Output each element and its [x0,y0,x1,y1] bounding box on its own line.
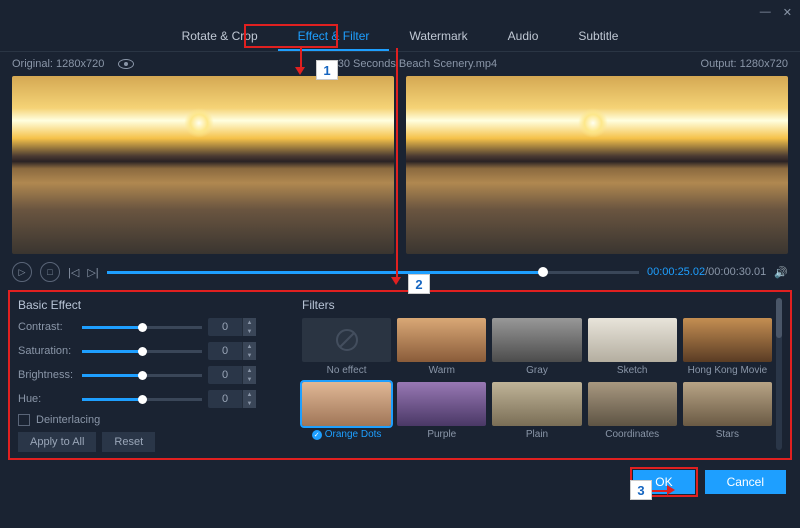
filter-stars[interactable]: Stars [683,382,772,440]
brightness-label: Brightness: [18,369,76,381]
deinterlacing-label: Deinterlacing [36,414,100,426]
apply-to-all-button[interactable]: Apply to All [18,432,96,452]
basic-effect-title: Basic Effect [18,298,288,312]
tab-watermark[interactable]: Watermark [389,24,487,51]
contrast-up[interactable]: ▲ [242,318,256,327]
reset-button[interactable]: Reset [102,432,155,452]
hue-up[interactable]: ▲ [242,390,256,399]
saturation-label: Saturation: [18,345,76,357]
filter-warm[interactable]: Warm [397,318,486,376]
tab-rotate-crop[interactable]: Rotate & Crop [162,24,278,51]
filter-no-effect[interactable]: No effect [302,318,391,376]
saturation-value: 0 [208,342,242,360]
filter-stars-label: Stars [683,429,772,440]
deinterlacing-checkbox[interactable] [18,414,30,426]
annotation-arrow-2-head [391,277,401,285]
saturation-up[interactable]: ▲ [242,342,256,351]
stop-button[interactable]: □ [40,262,60,282]
filter-sketch[interactable]: Sketch [588,318,677,376]
output-resolution-label: Output: 1280x720 [701,58,788,70]
original-resolution-label: Original: 1280x720 [12,58,104,70]
contrast-value: 0 [208,318,242,336]
filter-gray-label: Gray [492,365,581,376]
filter-plain[interactable]: Plain [492,382,581,440]
cancel-button[interactable]: Cancel [705,470,786,494]
filters-scrollbar[interactable] [776,298,782,450]
prev-frame-button[interactable]: |◁ [68,266,79,279]
playback-slider[interactable] [107,271,639,274]
close-button[interactable]: ✕ [783,6,792,19]
filename-label: 30 Seconds Beach Scenery.mp4 [338,58,497,70]
filter-hong-kong-movie[interactable]: Hong Kong Movie [683,318,772,376]
tab-effect-filter[interactable]: Effect & Filter [278,24,390,51]
filter-coordinates-label: Coordinates [588,429,677,440]
hue-label: Hue: [18,393,76,405]
minimize-button[interactable]: — [760,6,771,18]
annotation-arrow-2 [396,48,398,280]
filter-gray[interactable]: Gray [492,318,581,376]
hue-down[interactable]: ▼ [242,399,256,408]
saturation-slider[interactable] [82,350,202,353]
filters-scrollbar-thumb[interactable] [776,298,782,338]
annotation-callout-1: 1 [316,60,338,80]
annotation-callout-3: 3 [630,480,652,500]
filter-orange-dots-label: Orange Dots [325,429,382,440]
brightness-value: 0 [208,366,242,384]
brightness-slider[interactable] [82,374,202,377]
next-frame-button[interactable]: ▷| [87,266,98,279]
tab-subtitle[interactable]: Subtitle [558,24,638,51]
time-display: 00:00:25.02/00:00:30.01 [647,266,766,278]
preview-toggle-icon[interactable] [118,59,134,69]
playback-slider-fill [107,271,544,274]
contrast-down[interactable]: ▼ [242,327,256,336]
filters-title: Filters [302,298,772,312]
filter-coordinates[interactable]: Coordinates [588,382,677,440]
current-time: 00:00:25.02 [647,266,705,278]
contrast-label: Contrast: [18,321,76,333]
tab-audio[interactable]: Audio [488,24,559,51]
brightness-up[interactable]: ▲ [242,366,256,375]
filter-no-effect-label: No effect [302,365,391,376]
output-preview [406,76,788,254]
filter-sketch-label: Sketch [588,365,677,376]
filter-purple[interactable]: Purple [397,382,486,440]
playback-slider-thumb[interactable] [538,267,548,277]
contrast-slider[interactable] [82,326,202,329]
filter-hk-label: Hong Kong Movie [683,365,772,376]
total-time: 00:00:30.01 [708,266,766,278]
brightness-down[interactable]: ▼ [242,375,256,384]
hue-slider[interactable] [82,398,202,401]
filter-warm-label: Warm [397,365,486,376]
filter-plain-label: Plain [492,429,581,440]
annotation-callout-2: 2 [408,274,430,294]
saturation-down[interactable]: ▼ [242,351,256,360]
original-preview [12,76,394,254]
annotation-arrow-3-head [667,485,675,495]
filter-purple-label: Purple [397,429,486,440]
hue-value: 0 [208,390,242,408]
play-button[interactable]: ▷ [12,262,32,282]
filter-orange-dots[interactable]: ✓Orange Dots [302,382,391,440]
annotation-arrow-1-head [295,67,305,75]
volume-icon[interactable]: 🔊 [774,266,788,279]
check-icon: ✓ [312,430,322,440]
